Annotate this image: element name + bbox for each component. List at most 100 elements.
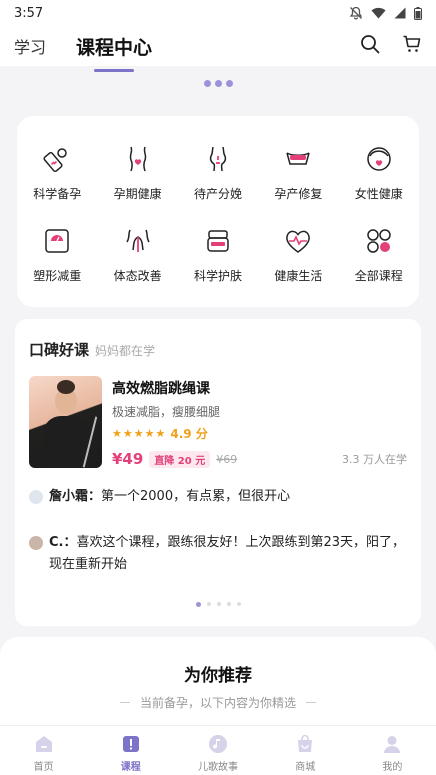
woman-face-icon bbox=[362, 142, 396, 176]
heart-pulse-icon bbox=[281, 224, 315, 258]
popular-course-card: 口碑好课 妈妈都在学 高效燃脂跳绳课 极速减脂，瘦腰细腿 ★ ★ ★ ★ ★ 4… bbox=[15, 319, 421, 626]
course-price: ¥49 bbox=[112, 450, 144, 468]
comment-author: 詹小霜： bbox=[49, 489, 102, 504]
tab-study[interactable]: 学习 bbox=[14, 34, 46, 58]
bottom-nav-label: 首页 bbox=[33, 762, 54, 773]
category-item-shaping[interactable]: 塑形减重 bbox=[17, 224, 97, 306]
loading-dot bbox=[203, 80, 211, 87]
course-item[interactable]: 高效燃脂跳绳课 极速减脂，瘦腰细腿 ★ ★ ★ ★ ★ 4.9 分 ¥49 直降… bbox=[29, 376, 407, 468]
category-label: 全部课程 bbox=[354, 269, 403, 283]
bottom-nav-label: 课程 bbox=[120, 762, 141, 773]
recommend-subtitle: 当前备孕，以下内容为你精选 bbox=[0, 694, 436, 711]
home-icon bbox=[34, 734, 54, 754]
profile-icon bbox=[382, 734, 402, 754]
category-label: 女性健康 bbox=[354, 187, 403, 201]
star-icon: ★ bbox=[112, 427, 122, 440]
category-label: 科学护肤 bbox=[193, 269, 242, 283]
course-rating: ★ ★ ★ ★ ★ 4.9 分 bbox=[112, 425, 407, 442]
wifi-icon bbox=[371, 7, 386, 19]
star-icon: ★ bbox=[155, 427, 166, 440]
nav-actions bbox=[360, 34, 422, 58]
category-item-pregnancy-health[interactable]: 孕期健康 bbox=[97, 142, 177, 224]
category-item-posture[interactable]: 体态改善 bbox=[97, 224, 177, 306]
category-item-delivery[interactable]: 待产分娩 bbox=[178, 142, 258, 224]
price-row: ¥49 直降 20 元 ¥69 3.3 万人在学 bbox=[112, 450, 407, 468]
category-label: 塑形减重 bbox=[33, 269, 82, 283]
bottom-nav-shop[interactable]: 商城 bbox=[262, 726, 349, 775]
bottom-nav-label: 商城 bbox=[295, 762, 316, 773]
rating-value: 4.9 分 bbox=[170, 427, 208, 441]
original-price: ¥69 bbox=[216, 452, 238, 466]
search-icon[interactable] bbox=[360, 34, 380, 58]
comment-text: 喜欢这个课程，跟练很友好！上次跟练到第23天，阳了，现在重新开始 bbox=[49, 535, 406, 572]
status-icons bbox=[349, 6, 422, 20]
category-label: 体态改善 bbox=[113, 269, 162, 283]
category-item-preconception[interactable]: 科学备孕 bbox=[17, 142, 97, 224]
pager-dot[interactable] bbox=[195, 602, 201, 607]
category-item-healthy-living[interactable]: 健康生活 bbox=[258, 224, 338, 306]
top-nav: 学习 课程中心 bbox=[0, 26, 436, 72]
comment-item: 詹小霜：第一个2000，有点累，但很开心 bbox=[29, 486, 407, 508]
carousel-pager bbox=[15, 602, 421, 607]
category-grid: 科学备孕 孕期健康 待产分娩 孕产修复 女性健康 塑形减重 体态改善 科学护肤 … bbox=[17, 116, 419, 307]
category-label: 孕产修复 bbox=[274, 187, 323, 201]
pager-dot[interactable] bbox=[206, 602, 211, 606]
loading-dot bbox=[214, 80, 222, 87]
recommend-section: 为你推荐 当前备孕，以下内容为你精选 bbox=[0, 637, 436, 737]
comment-text: 第一个2000，有点累，但很开心 bbox=[101, 489, 291, 504]
scale-icon bbox=[40, 224, 74, 258]
category-label: 科学备孕 bbox=[33, 187, 82, 201]
category-item-all-courses[interactable]: 全部课程 bbox=[339, 224, 419, 306]
course-name: 高效燃脂跳绳课 bbox=[112, 381, 210, 397]
signal-icon bbox=[394, 7, 406, 19]
bottom-nav-course[interactable]: 课程 bbox=[87, 726, 174, 775]
course-icon bbox=[121, 734, 141, 754]
pager-dot[interactable] bbox=[216, 602, 221, 606]
posture-icon bbox=[121, 224, 155, 258]
pager-dot[interactable] bbox=[226, 602, 231, 606]
banner-loading-indicator bbox=[0, 80, 436, 87]
tab-course-center[interactable]: 课程中心 bbox=[76, 33, 152, 72]
learner-count: 3.3 万人在学 bbox=[342, 453, 407, 466]
battery-icon bbox=[414, 6, 422, 20]
category-label: 孕期健康 bbox=[113, 187, 162, 201]
star-icon: ★ bbox=[144, 427, 155, 440]
comment-author: C.： bbox=[49, 535, 77, 550]
bottom-nav-label: 儿歌故事 bbox=[198, 762, 238, 773]
all-courses-icon bbox=[362, 224, 396, 258]
category-item-women-health[interactable]: 女性健康 bbox=[339, 142, 419, 224]
pregnant-body-icon bbox=[121, 142, 155, 176]
category-item-postpartum[interactable]: 孕产修复 bbox=[258, 142, 338, 224]
comment-item: C.：喜欢这个课程，跟练很友好！上次跟练到第23天，阳了，现在重新开始 bbox=[29, 532, 407, 576]
music-icon bbox=[208, 734, 228, 754]
bottom-nav: 首页 课程 儿歌故事 商城 我的 bbox=[0, 725, 436, 775]
status-bar: 3:57 bbox=[0, 0, 436, 26]
avatar bbox=[29, 490, 43, 504]
skincare-icon bbox=[201, 224, 235, 258]
course-description: 极速减脂，瘦腰细腿 bbox=[112, 405, 221, 419]
shop-bag-icon bbox=[295, 734, 315, 754]
postpartum-repair-icon bbox=[281, 142, 315, 176]
section-title: 口碑好课 bbox=[29, 341, 90, 359]
star-icon: ★ bbox=[122, 427, 133, 440]
recommend-title: 为你推荐 bbox=[184, 666, 252, 686]
bottom-nav-home[interactable]: 首页 bbox=[0, 726, 87, 775]
category-label: 健康生活 bbox=[274, 269, 323, 283]
star-icon: ★ bbox=[133, 427, 144, 440]
section-header: 口碑好课 妈妈都在学 bbox=[29, 339, 407, 360]
status-time: 3:57 bbox=[14, 5, 44, 21]
course-info: 高效燃脂跳绳课 极速减脂，瘦腰细腿 ★ ★ ★ ★ ★ 4.9 分 ¥49 直降… bbox=[112, 376, 407, 468]
bottom-nav-profile[interactable]: 我的 bbox=[349, 726, 436, 775]
course-thumbnail bbox=[29, 376, 102, 468]
category-label: 待产分娩 bbox=[193, 187, 242, 201]
bottom-nav-songs[interactable]: 儿歌故事 bbox=[174, 726, 261, 775]
cart-icon[interactable] bbox=[402, 34, 422, 58]
loading-dot bbox=[225, 80, 233, 87]
pregnancy-test-icon bbox=[40, 142, 74, 176]
bottom-nav-label: 我的 bbox=[382, 762, 403, 773]
mute-icon bbox=[349, 6, 363, 20]
category-item-skincare[interactable]: 科学护肤 bbox=[178, 224, 258, 306]
section-subtitle: 妈妈都在学 bbox=[95, 344, 156, 358]
price-drop-badge: 直降 20 元 bbox=[149, 450, 211, 468]
pager-dot[interactable] bbox=[236, 602, 241, 606]
